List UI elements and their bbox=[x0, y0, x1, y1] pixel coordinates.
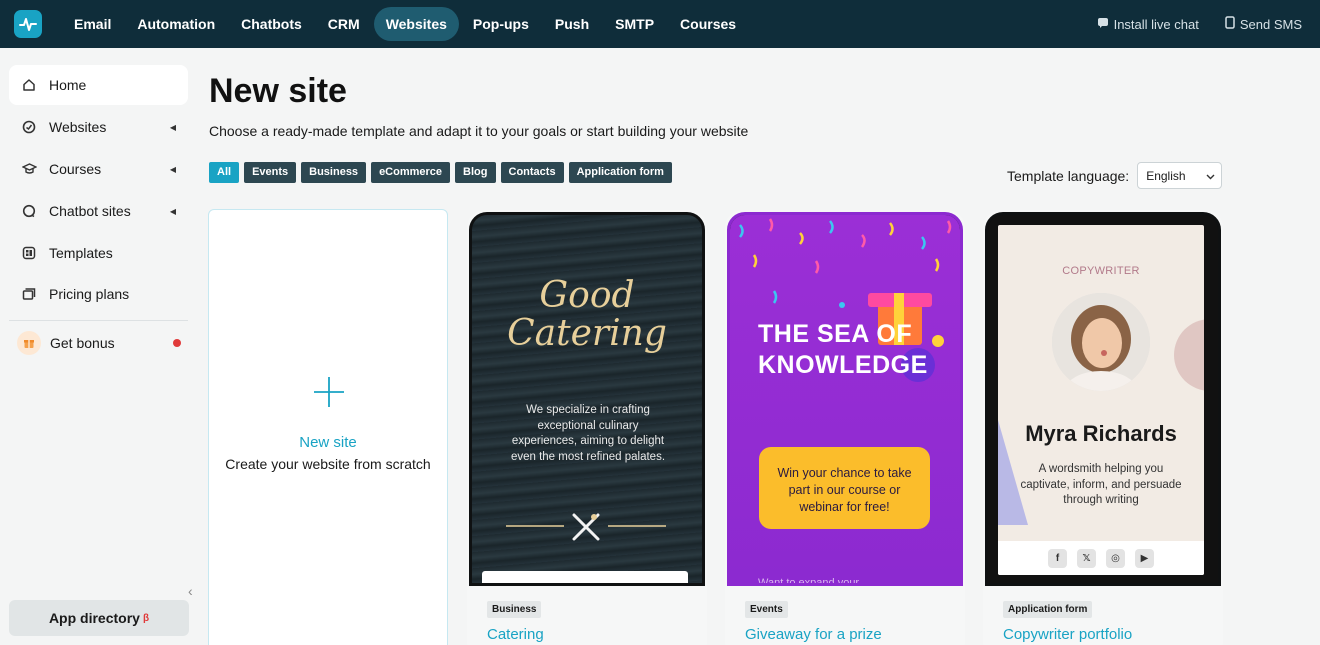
template-language: Template language: English bbox=[1007, 162, 1223, 189]
preview-text: We specialize in crafting exceptional cu… bbox=[510, 404, 666, 463]
page-title: New site bbox=[209, 72, 347, 110]
nav-websites[interactable]: Websites bbox=[373, 7, 459, 41]
nav-courses[interactable]: Courses bbox=[668, 7, 748, 41]
instagram-icon: ◎ bbox=[1106, 548, 1125, 568]
fork-knife-icon bbox=[506, 513, 666, 541]
new-site-title: New site bbox=[299, 434, 357, 451]
template-tag: Business bbox=[487, 601, 542, 618]
install-live-chat-link[interactable]: Install live chat bbox=[1097, 17, 1199, 32]
template-name[interactable]: Catering bbox=[487, 626, 544, 643]
templates-icon bbox=[21, 245, 37, 261]
template-preview: COPYWRITER Myra Richards A wordsmith hel… bbox=[985, 212, 1221, 586]
filter-business[interactable]: Business bbox=[301, 162, 367, 183]
pricing-icon bbox=[21, 286, 37, 302]
phone-icon bbox=[1225, 16, 1235, 32]
gift-icon bbox=[17, 331, 41, 355]
logo-icon[interactable] bbox=[14, 10, 42, 38]
new-site-card[interactable]: New site Create your website from scratc… bbox=[208, 209, 448, 645]
template-preview: Good Catering We specialize in crafting e… bbox=[469, 212, 705, 586]
nav-chatbots[interactable]: Chatbots bbox=[229, 7, 314, 41]
template-language-value: English bbox=[1146, 168, 1186, 183]
sidebar-item-pricing-plans[interactable]: Pricing plans bbox=[9, 274, 188, 314]
caret-left-icon: ◀ bbox=[169, 206, 176, 216]
preview-name: Myra Richards bbox=[1025, 421, 1177, 446]
collapse-sidebar-icon[interactable]: ‹ bbox=[188, 583, 193, 599]
top-navigation: Email Automation Chatbots CRM Websites P… bbox=[0, 0, 1320, 48]
sidebar-item-home[interactable]: Home bbox=[9, 65, 188, 105]
nav-smtp[interactable]: SMTP bbox=[603, 7, 666, 41]
template-card-copywriter[interactable]: COPYWRITER Myra Richards A wordsmith hel… bbox=[983, 210, 1223, 645]
chat-bubble-icon bbox=[1097, 17, 1109, 32]
filter-ecommerce[interactable]: eCommerce bbox=[371, 162, 451, 183]
avatar bbox=[1052, 293, 1150, 391]
template-card-giveaway[interactable]: THE SEA OF KNOWLEDGE Win your chance to t… bbox=[725, 210, 965, 645]
sidebar-item-get-bonus[interactable]: Get bonus bbox=[9, 323, 188, 363]
sidebar-item-label: Pricing plans bbox=[49, 286, 130, 302]
filter-events[interactable]: Events bbox=[244, 162, 297, 183]
preview-label: COPYWRITER bbox=[1062, 265, 1140, 277]
sidebar: Home Websites ◀ Courses ◀ Chatbot sites … bbox=[0, 48, 196, 645]
template-name[interactable]: Giveaway for a prize bbox=[745, 626, 882, 643]
sidebar-item-label: Templates bbox=[49, 245, 113, 261]
preview-text: A wordsmith helping you captivate, infor… bbox=[1020, 463, 1182, 506]
page-subtitle: Choose a ready-made template and adapt i… bbox=[209, 123, 749, 139]
nav-email[interactable]: Email bbox=[62, 7, 123, 41]
nav-crm[interactable]: CRM bbox=[316, 7, 372, 41]
template-language-label: Template language: bbox=[1007, 167, 1130, 184]
sidebar-item-courses[interactable]: Courses ◀ bbox=[9, 149, 188, 189]
preview-footer-text: Want to expand your bbox=[758, 577, 860, 586]
sidebar-item-label: Home bbox=[49, 77, 87, 93]
chevron-down-icon bbox=[1206, 169, 1215, 183]
install-live-chat-label: Install live chat bbox=[1113, 16, 1199, 32]
plus-icon bbox=[314, 377, 344, 407]
preview-text: Win your chance to take part in our cour… bbox=[759, 447, 930, 529]
template-language-select[interactable]: English bbox=[1137, 162, 1223, 189]
caret-left-icon: ◀ bbox=[169, 164, 176, 174]
sidebar-item-chatbot-sites[interactable]: Chatbot sites ◀ bbox=[9, 191, 188, 231]
chat-icon bbox=[21, 203, 37, 219]
nav-automation[interactable]: Automation bbox=[125, 7, 227, 41]
social-icons: f 𝕏 ◎ ▶ bbox=[998, 541, 1204, 575]
beta-badge: β bbox=[142, 612, 150, 624]
template-tag: Application form bbox=[1003, 601, 1093, 618]
filter-blog[interactable]: Blog bbox=[455, 162, 496, 183]
template-card-catering[interactable]: Good Catering We specialize in crafting e… bbox=[467, 210, 707, 645]
app-directory-button[interactable]: App directory β bbox=[9, 600, 189, 636]
preview-title: THE SEA OF KNOWLEDGE bbox=[758, 320, 928, 379]
sidebar-item-websites[interactable]: Websites ◀ bbox=[9, 107, 188, 147]
home-icon bbox=[21, 77, 37, 93]
youtube-icon: ▶ bbox=[1135, 548, 1154, 568]
new-site-subtitle: Create your website from scratch bbox=[225, 456, 431, 472]
nav-push[interactable]: Push bbox=[543, 7, 601, 41]
notification-dot bbox=[173, 339, 181, 347]
preview-title: Good Catering bbox=[507, 275, 667, 354]
sidebar-item-label: Websites bbox=[49, 119, 107, 135]
send-sms-link[interactable]: Send SMS bbox=[1225, 16, 1302, 32]
websites-icon bbox=[21, 119, 37, 135]
graduation-cap-icon bbox=[21, 161, 37, 177]
filter-contacts[interactable]: Contacts bbox=[500, 162, 564, 183]
sidebar-item-label: Chatbot sites bbox=[49, 203, 131, 219]
sidebar-divider bbox=[9, 320, 188, 321]
decoration-shapes bbox=[998, 319, 1204, 525]
app-directory-label: App directory bbox=[48, 610, 140, 626]
sidebar-item-label: Courses bbox=[49, 161, 102, 177]
x-icon: 𝕏 bbox=[1077, 548, 1096, 568]
caret-left-icon: ◀ bbox=[169, 122, 176, 132]
facebook-icon: f bbox=[1048, 548, 1067, 568]
template-tag: Events bbox=[745, 601, 788, 618]
send-sms-label: Send SMS bbox=[1239, 16, 1302, 32]
template-preview: THE SEA OF KNOWLEDGE Win your chance to t… bbox=[727, 212, 963, 586]
sidebar-item-templates[interactable]: Templates bbox=[9, 233, 188, 273]
nav-popups[interactable]: Pop-ups bbox=[461, 7, 541, 41]
category-filters: All Events Business eCommerce Blog Conta… bbox=[209, 162, 672, 183]
get-bonus-label: Get bonus bbox=[50, 335, 115, 351]
filter-all[interactable]: All bbox=[209, 162, 240, 183]
filter-application-form[interactable]: Application form bbox=[568, 162, 672, 183]
template-name[interactable]: Copywriter portfolio bbox=[1003, 626, 1132, 643]
